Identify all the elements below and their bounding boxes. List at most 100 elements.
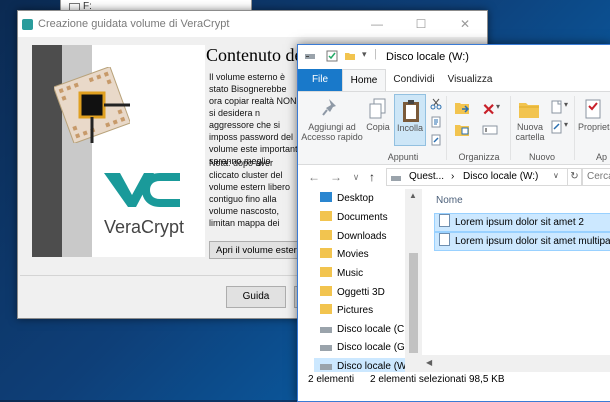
recent-locations-icon[interactable]: ∨ [348,169,364,185]
paste-label: Incolla [396,123,423,133]
navigation-bar: ← → ∨ ↑ Quest... › Disco locale (W:) ∨ ↻… [298,165,610,189]
veracrypt-logo-text: VeraCrypt [104,217,185,237]
open-group-label: Ap [596,152,608,162]
move-to-icon[interactable] [454,100,472,116]
tab-view[interactable]: Visualizza [444,69,496,91]
clipboard-group-label: Appunti [387,152,419,162]
nav-item-movies[interactable]: Movies [320,246,369,264]
copy-to-icon[interactable] [454,122,472,138]
veracrypt-title: Creazione guidata volume di VeraCrypt [38,18,230,30]
new-folder-button[interactable]: Nuova cartella [512,122,548,142]
tab-share[interactable]: Condividi [386,69,442,91]
nav-item-downloads[interactable]: Downloads [320,228,386,246]
minimize-button[interactable]: — [355,11,399,37]
ribbon-tabs: File Home Condividi Visualizza [298,69,610,91]
movies-folder-icon [320,248,332,258]
nav-item-3d-objects[interactable]: Oggetti 3D [320,284,385,302]
nav-item-music[interactable]: Music [320,265,363,283]
nav-item-drive-g[interactable]: Disco locale (G:) [320,339,411,357]
navigation-pane: Desktop Documents Downloads Movies Music… [298,189,422,372]
up-arrow-icon[interactable]: ↑ [364,169,380,185]
status-item-count: 2 elementi [308,374,355,385]
new-group-label: Nuovo [528,152,555,162]
note-paragraph: Nota: dopo aver cliccato cluster del vol… [209,158,291,228]
nav-item-pictures[interactable]: Pictures [320,302,373,320]
address-bar[interactable]: Quest... › Disco locale (W:) ∨ [386,168,568,186]
cut-icon[interactable] [430,98,442,110]
status-selection: 2 elementi selezionati 98,5 KB [370,374,505,385]
properties-check-icon[interactable] [326,50,338,62]
3d-objects-folder-icon [320,286,332,296]
easy-access-icon[interactable] [550,120,564,134]
address-drive-icon [391,176,401,181]
new-folder-icon[interactable] [344,50,356,62]
scrollbar-thumb[interactable] [409,253,418,353]
music-folder-icon [320,267,332,277]
description-paragraph: Il volume esterno è stato Bisognerebbe o… [209,72,300,166]
properties-button[interactable]: Proprietà [578,122,610,132]
desktop-folder-icon [320,192,332,202]
copy-button[interactable]: Copia [362,122,394,132]
explorer-window: ▾ | Disco locale (W:) File Home Condivid… [297,44,610,402]
new-folder-large-icon[interactable] [518,98,540,120]
paste-button[interactable]: Incolla [394,94,426,146]
nav-item-drive-c[interactable]: Disco locale (C:) [320,321,410,339]
document-icon [439,214,450,227]
organize-group-label: Organizza [458,152,500,162]
status-bar: 2 elementi 2 elementi selezionati 98,5 K… [298,372,610,400]
maximize-button[interactable]: ☐ [399,11,443,37]
veracrypt-vc-mark-icon [104,173,180,207]
explorer-titlebar[interactable]: ▾ | Disco locale (W:) [298,45,610,69]
nav-item-documents[interactable]: Documents [320,209,388,227]
copy-icon[interactable] [369,98,387,120]
scroll-up-icon[interactable]: ▲ [409,191,417,200]
paste-shortcut-icon[interactable] [430,134,442,146]
chip-icon [54,67,130,143]
properties-icon[interactable] [584,98,604,120]
refresh-icon[interactable]: ↻ [568,168,582,186]
column-header-name[interactable]: Nome [436,195,463,206]
copy-path-icon[interactable] [430,116,442,128]
quick-access-dropdown-icon[interactable]: ▾ [362,49,367,60]
page-heading: Contenuto del [206,45,308,65]
forward-arrow-icon[interactable]: → [328,169,344,185]
explorer-title: Disco locale (W:) [386,51,469,63]
rename-icon[interactable] [482,122,498,138]
horizontal-scrollbar[interactable]: ◀ [422,355,610,372]
paste-icon [403,100,419,122]
file-row[interactable]: Lorem ipsum dolor sit amet 2 [434,213,610,232]
back-arrow-icon[interactable]: ← [306,169,322,185]
close-button[interactable]: ✕ [443,11,487,37]
pin-icon[interactable] [322,98,340,118]
downloads-folder-icon [320,230,332,240]
pin-to-quick-access-button[interactable]: Aggiungi ad Accesso rapido [300,122,364,142]
pictures-folder-icon [320,304,332,314]
drive-icon [305,54,315,59]
delete-icon[interactable]: ✕ [482,100,495,120]
file-row[interactable]: Lorem ipsum dolor sit amet multipagin [434,232,610,251]
nav-item-drive-w[interactable]: Disco locale (W:) [314,358,413,372]
ribbon-separator [510,96,511,160]
ribbon-separator [574,96,575,160]
nav-item-desktop[interactable]: Desktop [320,190,374,208]
veracrypt-titlebar[interactable]: Creazione guidata volume di VeraCrypt — … [18,11,487,37]
navigation-scrollbar[interactable]: ▲ [405,189,422,372]
file-list: Nome Lorem ipsum dolor sit amet 2 Lorem … [424,189,610,372]
drive-w-icon [320,364,332,370]
tab-home[interactable]: Home [342,69,386,91]
new-item-icon[interactable] [550,100,564,114]
scroll-left-icon[interactable]: ◀ [426,358,432,367]
drive-g-icon [320,345,332,351]
search-input[interactable]: Cerca [582,168,610,186]
veracrypt-app-icon [22,19,33,30]
tab-file[interactable]: File [298,69,342,91]
address-dropdown-icon[interactable]: ∨ [553,171,559,180]
address-part-drive[interactable]: Disco locale (W:) [463,171,538,182]
address-part-this-pc[interactable]: Quest... [409,171,444,182]
open-outer-volume-button[interactable]: Apri il volume esterno [209,241,305,259]
veracrypt-logo-image: VeraCrypt [32,45,205,257]
ribbon-separator [446,96,447,160]
drive-c-icon [320,327,332,333]
ribbon: Aggiungi ad Accesso rapido Copia Incolla… [298,91,610,165]
help-button[interactable]: Guida [226,286,286,308]
